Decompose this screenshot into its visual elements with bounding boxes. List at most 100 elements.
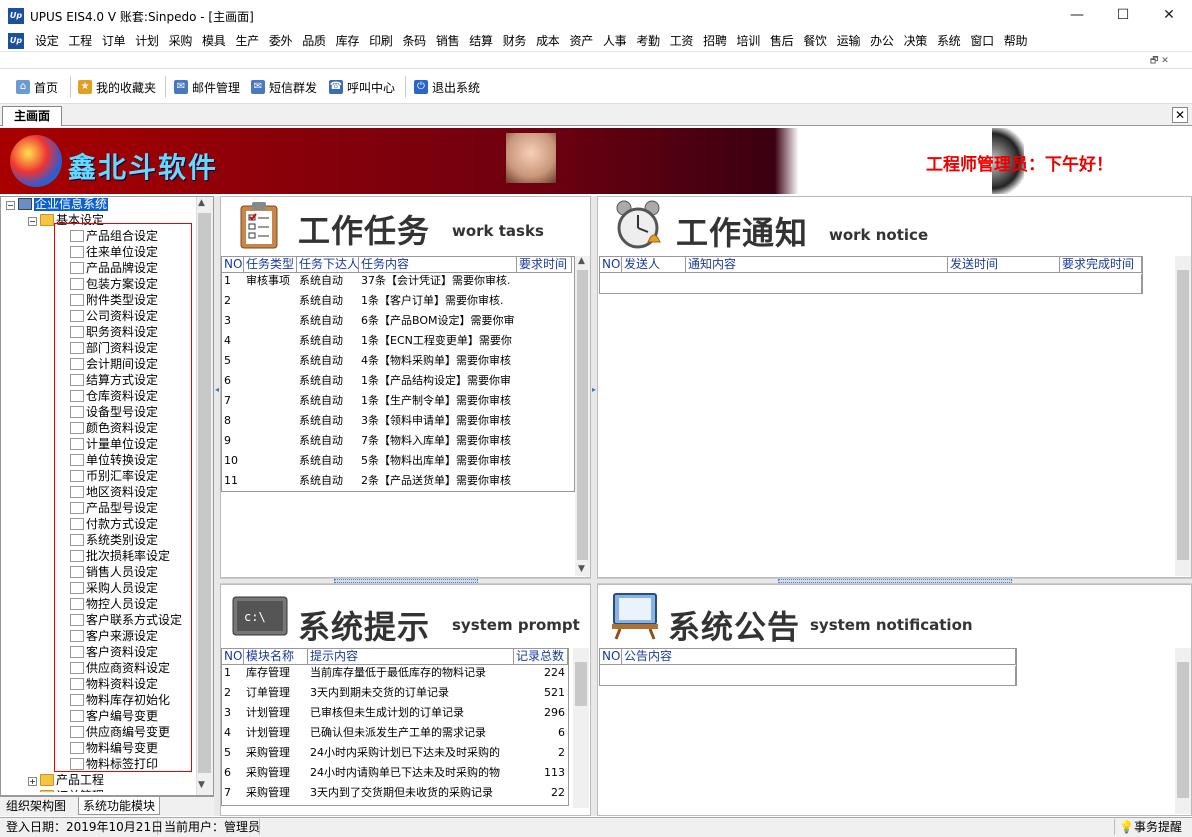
work-notice-scroll-thumb[interactable]: [1177, 270, 1189, 560]
table-cell[interactable]: 113: [514, 763, 568, 783]
menu-item[interactable]: 印刷: [364, 33, 397, 49]
table-cell[interactable]: 24小时内采购计划已下达未及时采购的: [308, 743, 514, 763]
system-prompt-scroll-thumb[interactable]: [575, 662, 587, 706]
table-cell[interactable]: 224: [514, 663, 568, 683]
table-cell[interactable]: 采购管理: [244, 783, 308, 803]
menu-item[interactable]: 采购: [164, 33, 197, 49]
menu-item[interactable]: 工资: [665, 33, 698, 49]
table-cell[interactable]: [244, 431, 297, 451]
table-cell[interactable]: [244, 391, 297, 411]
tree-root[interactable]: − 企业信息系统: [6, 198, 109, 212]
table-cell[interactable]: [244, 451, 297, 471]
mdi-window-buttons[interactable]: 🗗 ✕: [1150, 53, 1192, 67]
menu-item[interactable]: 培训: [732, 33, 765, 49]
callcenter-button[interactable]: ☎ 呼叫中心: [329, 78, 395, 96]
column-header[interactable]: 要求完成时间: [1060, 257, 1142, 273]
expand-toggle-icon[interactable]: −: [6, 201, 15, 210]
table-cell[interactable]: 系统自动: [297, 431, 359, 451]
column-header[interactable]: 要求时间: [517, 257, 572, 273]
table-cell[interactable]: 4条【物料采购单】需要你审核: [359, 351, 517, 371]
table-cell[interactable]: [244, 311, 297, 331]
table-cell[interactable]: 11: [222, 471, 244, 491]
work-notice-grid[interactable]: NO. 发送人 通知内容 发送时间 要求完成时间: [599, 256, 1143, 294]
table-cell[interactable]: 1条【生产制令单】需要你审核: [359, 391, 517, 411]
exit-button[interactable]: ⏻ 退出系统: [414, 78, 480, 96]
table-cell[interactable]: 当前库存量低于最低库存的物料记录: [308, 663, 514, 683]
menu-item[interactable]: 模具: [197, 33, 230, 49]
table-cell[interactable]: 6条【产品BOM设定】需要你审: [359, 311, 517, 331]
menu-item[interactable]: 品质: [297, 33, 330, 49]
table-cell[interactable]: 7条【物料入库单】需要你审核: [359, 431, 517, 451]
menu-item[interactable]: 计划: [130, 33, 163, 49]
tab-org-chart[interactable]: 组织架构图: [2, 797, 70, 815]
table-cell[interactable]: 系统自动: [297, 331, 359, 351]
menu-item[interactable]: 库存: [331, 33, 364, 49]
table-cell[interactable]: 系统自动: [297, 451, 359, 471]
table-cell[interactable]: 8: [222, 411, 244, 431]
table-cell[interactable]: 4: [222, 723, 244, 743]
home-button[interactable]: ⌂ 首页: [16, 78, 58, 96]
menu-item[interactable]: 售后: [765, 33, 798, 49]
scroll-up-icon[interactable]: ▲: [198, 198, 205, 208]
mail-button[interactable]: ✉ 邮件管理: [174, 78, 240, 96]
expand-toggle-icon[interactable]: −: [28, 217, 37, 226]
menu-item[interactable]: 结算: [464, 33, 497, 49]
menu-item[interactable]: 工程: [63, 33, 96, 49]
table-cell[interactable]: [244, 351, 297, 371]
table-cell[interactable]: 22: [514, 783, 568, 803]
tree-folder-order-mgmt[interactable]: +订单管理: [28, 788, 104, 792]
table-cell[interactable]: 296: [514, 703, 568, 723]
system-notification-scroll-thumb[interactable]: [1177, 662, 1189, 798]
table-cell[interactable]: [244, 411, 297, 431]
table-cell[interactable]: 4: [222, 331, 244, 351]
work-tasks-scroll-thumb[interactable]: [577, 270, 588, 560]
splitter-grip-icon[interactable]: [334, 579, 478, 583]
table-cell[interactable]: 2: [222, 291, 244, 311]
table-cell[interactable]: 1: [222, 271, 244, 291]
table-cell[interactable]: [244, 331, 297, 351]
favorites-button[interactable]: ★ 我的收藏夹: [78, 78, 156, 96]
menu-item[interactable]: 生产: [230, 33, 263, 49]
column-header[interactable]: 公告内容: [622, 649, 1016, 665]
table-cell[interactable]: 1: [222, 663, 244, 683]
table-cell[interactable]: 3天内到期未交货的订单记录: [308, 683, 514, 703]
table-cell[interactable]: 3条【领料申请单】需要你审核: [359, 411, 517, 431]
tab-close-button[interactable]: ✕: [1172, 107, 1188, 123]
close-button[interactable]: ✕: [1146, 0, 1192, 30]
table-cell[interactable]: 3天内到了交货期但未收货的采购记录: [308, 783, 514, 803]
scroll-down-icon[interactable]: ▼: [578, 564, 585, 574]
menu-item[interactable]: 办公: [865, 33, 898, 49]
table-cell[interactable]: [244, 291, 297, 311]
scroll-down-icon[interactable]: ▼: [198, 780, 205, 790]
table-cell[interactable]: 9: [222, 431, 244, 451]
column-header[interactable]: 通知内容: [686, 257, 948, 273]
menu-item[interactable]: 资产: [565, 33, 598, 49]
splitter-mid-arrow-icon[interactable]: ▸: [592, 385, 596, 394]
menu-item[interactable]: 设定: [30, 33, 63, 49]
table-cell[interactable]: 1条【ECN工程变更单】需要你: [359, 331, 517, 351]
table-cell[interactable]: 计划管理: [244, 703, 308, 723]
table-cell[interactable]: 审核事项: [244, 271, 297, 291]
tree-scroll-thumb[interactable]: [198, 213, 211, 773]
column-header[interactable]: 发送时间: [948, 257, 1060, 273]
menu-item[interactable]: 招聘: [698, 33, 731, 49]
table-cell[interactable]: [244, 371, 297, 391]
table-cell[interactable]: 系统自动: [297, 271, 359, 291]
splitter-left-arrow-icon[interactable]: ◂: [215, 385, 219, 394]
tab-main[interactable]: 主画面: [2, 106, 62, 126]
splitter-grip-icon[interactable]: [778, 579, 1012, 583]
menu-item[interactable]: 销售: [431, 33, 464, 49]
table-cell[interactable]: 37条【会计凭证】需要你审核.: [359, 271, 517, 291]
table-cell[interactable]: 10: [222, 451, 244, 471]
table-cell[interactable]: 系统自动: [297, 391, 359, 411]
table-cell[interactable]: 6: [222, 371, 244, 391]
tree-folder-product-eng[interactable]: + 产品工程: [28, 772, 104, 788]
table-cell[interactable]: 系统自动: [297, 311, 359, 331]
table-cell[interactable]: 系统自动: [297, 371, 359, 391]
table-cell[interactable]: 系统自动: [297, 351, 359, 371]
table-cell[interactable]: 3: [222, 311, 244, 331]
sms-button[interactable]: ✉ 短信群发: [251, 78, 317, 96]
menu-item[interactable]: 条码: [397, 33, 430, 49]
maximize-button[interactable]: ☐: [1100, 0, 1146, 30]
table-cell[interactable]: 6: [222, 763, 244, 783]
